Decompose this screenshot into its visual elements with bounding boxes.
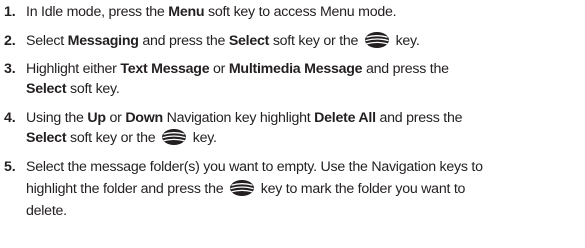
select-key-label: Select	[26, 81, 67, 97]
step-number: 5.	[4, 159, 16, 175]
select-key-label: Select	[26, 130, 67, 146]
menu-key-label: Menu	[168, 4, 205, 20]
text: soft key or the	[66, 130, 160, 146]
text: key to mark the folder you want to	[257, 181, 466, 197]
text: highlight the folder and press the	[26, 181, 228, 197]
select-key-label: Select	[228, 33, 270, 49]
att-globe-icon	[161, 128, 187, 146]
text: soft key to access Menu mode.	[204, 4, 397, 20]
messaging-label: Messaging	[67, 33, 139, 49]
text: or	[105, 110, 126, 126]
text: delete.	[26, 203, 67, 219]
step-number: 1.	[4, 4, 16, 20]
step-text-line: Using the Up or Down Navigation key high…	[26, 108, 462, 128]
text: Highlight either	[26, 61, 121, 77]
text-message-label: Text Message	[120, 61, 210, 77]
step-text-line: In Idle mode, press the Menu soft key to…	[26, 2, 397, 22]
multimedia-message-label: Multimedia Message	[228, 61, 363, 77]
att-globe-icon	[364, 31, 390, 49]
delete-all-label: Delete All	[314, 110, 376, 126]
text: key.	[391, 33, 420, 49]
text: and press the	[138, 33, 229, 49]
text: Select	[26, 33, 68, 49]
step-number: 2.	[4, 33, 16, 49]
text: and press the	[362, 61, 449, 77]
step-text-line: Select the message folder(s) you want to…	[26, 157, 483, 177]
step-number: 4.	[4, 110, 16, 126]
att-globe-icon	[229, 179, 255, 197]
text: Using the	[26, 110, 88, 126]
step-text-line: highlight the folder and press the key t…	[26, 179, 465, 199]
down-key-label: Down	[125, 110, 163, 126]
up-key-label: Up	[87, 110, 106, 126]
text: Navigation key highlight	[162, 110, 315, 126]
text: or	[209, 61, 229, 77]
text: soft key or the	[269, 33, 362, 49]
text: and press the	[375, 110, 463, 126]
step-text-line: Select soft key.	[26, 79, 120, 99]
text: Select the message folder(s) you want to…	[26, 159, 483, 175]
text: In Idle mode, press the	[26, 4, 169, 20]
step-text-line: Select Messaging and press the Select so…	[26, 31, 420, 51]
step-text-line: Highlight either Text Message or Multime…	[26, 59, 449, 79]
text: key.	[189, 130, 217, 146]
step-text-line: Select soft key or the key.	[26, 128, 217, 148]
instruction-document: 1. In Idle mode, press the Menu soft key…	[0, 0, 585, 248]
step-text-line: delete.	[26, 201, 67, 221]
step-number: 3.	[4, 61, 16, 77]
text: soft key.	[66, 81, 120, 97]
